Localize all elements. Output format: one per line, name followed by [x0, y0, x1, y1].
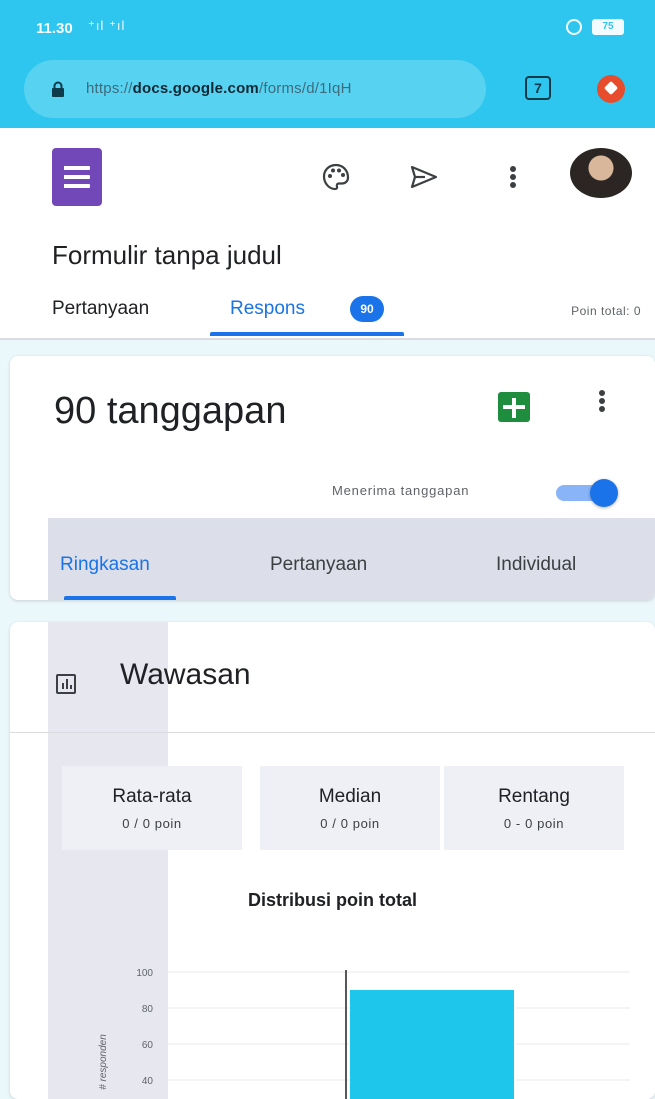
battery-icon: 75 [592, 19, 624, 35]
y-axis-label: # responden [98, 1034, 109, 1090]
stat-median-value: 0 / 0 poin [320, 816, 380, 831]
url-text: https://docs.google.com/forms/d/1IqH [86, 80, 352, 97]
response-count-heading: 90 tanggapan [54, 390, 287, 432]
tab-individual[interactable]: Individual [496, 554, 576, 576]
palette-icon[interactable] [316, 157, 356, 197]
signal-icon: ⁺ıl ⁺ıl [88, 18, 126, 33]
responses-more-icon[interactable] [587, 384, 617, 424]
chart-title: Distribusi poin total [248, 890, 417, 910]
send-icon[interactable] [404, 157, 444, 197]
y-tick-label: 40 [142, 1076, 154, 1087]
browser-menu-icon[interactable] [597, 75, 625, 103]
status-bar: 11.30 ⁺ıl ⁺ıl 75 [0, 0, 655, 52]
total-points-label: Poin total: 0 [571, 304, 641, 318]
url-domain: docs.google.com [132, 80, 259, 97]
status-time: 11.30 [36, 20, 73, 37]
tab-question[interactable]: Pertanyaan [270, 554, 367, 576]
stat-range-value: 0 - 0 poin [503, 816, 565, 831]
y-tick-label: 80 [142, 1004, 154, 1015]
insights-title: Wawasan [120, 658, 251, 691]
response-view-tabs: Ringkasan Pertanyaan Individual [48, 518, 655, 600]
accepting-responses-label: Menerima tanggapan [332, 483, 470, 498]
y-tick-label: 60 [142, 1040, 154, 1051]
url-bar[interactable]: https://docs.google.com/forms/d/1IqH [24, 60, 486, 118]
accepting-responses-toggle[interactable] [550, 476, 622, 508]
responses-count-badge: 90 [350, 296, 384, 322]
more-options-icon[interactable] [498, 157, 528, 197]
stat-average-label: Rata-rata [112, 786, 192, 807]
insights-chart-icon [56, 674, 76, 694]
responses-card: 90 tanggapan Menerima tanggapan Ringkasa… [10, 356, 655, 600]
google-forms-logo-icon[interactable] [52, 148, 102, 206]
stat-average-value: 0 / 0 poin [122, 816, 182, 831]
alarm-icon [566, 19, 582, 35]
subtab-indicator [64, 596, 176, 600]
tab-switcher-button[interactable]: 7 [525, 76, 551, 100]
stat-median: Median 0 / 0 poin [260, 766, 440, 850]
stat-range-label: Rentang [498, 786, 570, 807]
avatar[interactable] [570, 148, 632, 198]
tab-summary[interactable]: Ringkasan [60, 554, 150, 576]
sheets-icon[interactable] [498, 392, 530, 422]
lock-icon [52, 81, 64, 97]
tab-questions[interactable]: Pertanyaan [52, 298, 149, 320]
stat-average: Rata-rata 0 / 0 poin [62, 766, 242, 850]
browser-toolbar: 11.30 ⁺ıl ⁺ıl 75 https://docs.google.com… [0, 0, 655, 128]
url-path: /forms/d/1IqH [258, 80, 352, 97]
active-tab-indicator [210, 332, 404, 336]
toggle-knob [590, 479, 618, 507]
form-title: Formulir tanpa judul [52, 240, 282, 270]
url-prefix: https:// [86, 80, 133, 97]
form-tabs: Pertanyaan Respons 90 Poin total: 0 [0, 290, 655, 338]
y-tick-label: 100 [136, 968, 153, 979]
tab-responses[interactable]: Respons [230, 298, 305, 320]
insights-card: Wawasan Rata-rata 0 / 0 poin Median 0 / … [10, 622, 655, 1099]
points-distribution-chart: 100 80 60 40 # responden [98, 968, 630, 1099]
stat-range: Rentang 0 - 0 poin [444, 766, 624, 850]
insights-divider [10, 732, 655, 733]
stat-median-label: Median [318, 786, 382, 807]
bar [350, 990, 515, 1099]
